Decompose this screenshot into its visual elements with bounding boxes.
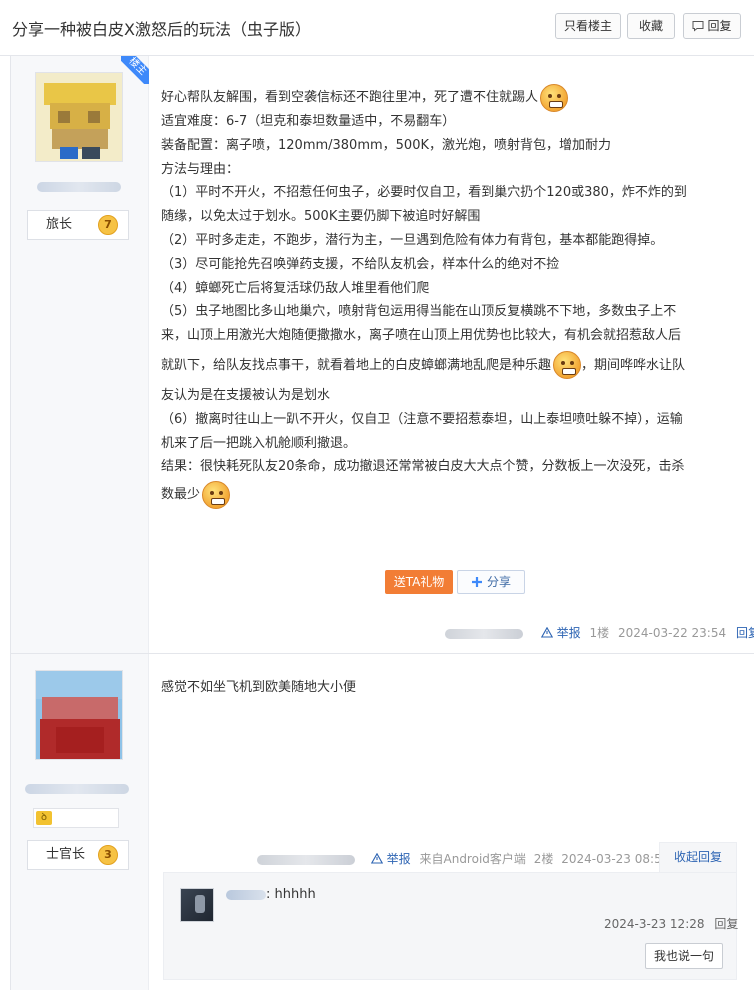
reply-button[interactable]: 回复 <box>683 13 741 39</box>
post-content: 好心帮队友解围，看到空袭信标还不跑往里冲，死了遭不住就踢人 适宜难度：6-7（坦… <box>161 80 741 513</box>
tag-icon: ꝺ <box>36 811 52 825</box>
content-line: （4）蟑螂死亡后将复活球仍敌人堆里看他们爬 <box>161 280 430 296</box>
grin-emoji <box>202 480 231 509</box>
username[interactable] <box>37 182 121 192</box>
share-button[interactable]: 分享 <box>457 570 525 594</box>
rank-title: 旅长 <box>46 217 73 232</box>
content-line: 来，山顶上用激光大炮随便撒撒水，离子喷在山顶上用优势也比较大，有机会就招惹敌人后 <box>161 328 682 344</box>
sub-reply-time: 2024-3-23 12:28 <box>604 917 705 931</box>
content-line: （1）平时不开火，不招惹任何虫子，必要时仅自卫，看到巢穴扔个120或380，炸不… <box>161 185 687 201</box>
floor-number: 1楼 <box>589 626 610 640</box>
rank-title: 士官长 <box>46 847 86 862</box>
op-tag: 楼主 <box>121 56 149 84</box>
post-content: 感觉不如坐飞机到欧美随地大小便 <box>161 676 741 700</box>
content-line: 就趴下，给队友找点事干，就看着地上的白皮蟑螂满地乱爬是种乐趣 ，期间哗哗水让队 <box>161 348 741 384</box>
content-line: 数最少 <box>161 479 741 513</box>
content-line: （6）撤离时往山上一趴不开火，仅自卫（注意不要招惹泰坦，山上泰坦喷吐躲不掉），运… <box>161 411 683 427</box>
rank-badge[interactable]: 旅长 7 <box>27 210 129 240</box>
client-info <box>445 628 523 639</box>
add-comment-button[interactable]: 我也说一句 <box>645 943 723 969</box>
content-line: 机来了后一把跳入机舱顺利撤退。 <box>161 435 357 451</box>
avatar-image <box>36 671 122 759</box>
sub-reply-line: : hhhhh <box>226 887 316 902</box>
sub-reply-box: : hhhhh 2024-3-23 12:28 回复 我也说一句 <box>163 872 738 980</box>
favorite-button[interactable]: 收藏 <box>627 13 675 39</box>
content-line: 装备配置：离子喷，120mm/380mm，500K，激光炮，喷射背包，增加耐力 <box>161 137 611 153</box>
floor-number: 2楼 <box>533 852 554 866</box>
only-op-button[interactable]: 只看楼主 <box>555 13 621 39</box>
share-label: 分享 <box>486 575 511 589</box>
client-info <box>257 854 355 865</box>
post-meta: 举报 来自Android客户端 2楼 2024-03-23 08:52 <box>257 850 669 867</box>
post-reply-link[interactable]: 回复 <box>736 626 754 640</box>
sub-reply-avatar[interactable] <box>180 888 214 922</box>
thread-header: 分享一种被白皮X激怒后的玩法（虫子版） 只看楼主 收藏 回复 <box>0 0 754 56</box>
warning-icon <box>540 626 553 638</box>
report-link[interactable]: 举报 <box>387 852 411 866</box>
sub-reply-text: : hhhhh <box>266 887 316 902</box>
post-floor-2: ꝺ 士官长 3 感觉不如坐飞机到欧美随地大小便 举报 来自Android客户端 … <box>10 654 754 990</box>
collapse-replies-label: 收起回复 <box>673 850 722 864</box>
username[interactable] <box>25 784 129 794</box>
sub-reply-reply-link[interactable]: 回复 <box>714 917 738 931</box>
content-line: 感觉不如坐飞机到欧美随地大小便 <box>161 680 357 695</box>
collapse-replies-tab[interactable]: 收起回复 <box>659 842 737 872</box>
content-line: 随缘，以免太过于划水。500K主要仍脚下被追时好解围 <box>161 209 481 225</box>
comment-icon <box>692 21 704 32</box>
sub-reply-username[interactable] <box>226 889 266 900</box>
content-line: （3）尽可能抢先召唤弹药支援，不给队友机会，样本什么的绝对不捡 <box>161 256 560 272</box>
post-time: 2024-03-22 23:54 <box>617 626 727 640</box>
content-line: 适宜难度：6-7（坦克和泰坦数量适中，不易翻车） <box>161 114 456 129</box>
content-line: 友认为是在支援被认为是划水 <box>161 387 331 403</box>
report-link[interactable]: 举报 <box>557 626 581 640</box>
warning-icon <box>370 852 383 864</box>
content-line: 方法与理由： <box>161 161 240 177</box>
post-time: 2024-03-23 08:52 <box>561 852 670 866</box>
rank-badge[interactable]: 士官长 3 <box>27 840 129 870</box>
grin-emoji <box>553 351 582 380</box>
level-badge: 3 <box>98 845 118 865</box>
reply-button-label: 回复 <box>707 19 732 33</box>
send-gift-button[interactable]: 送TA礼物 <box>385 570 453 594</box>
thread-title: 分享一种被白皮X激怒后的玩法（虫子版） <box>12 20 311 39</box>
client-source: 来自Android客户端 <box>419 852 526 866</box>
avatar[interactable] <box>35 670 123 760</box>
level-badge: 7 <box>98 215 118 235</box>
post-meta: 举报 1楼 2024-03-22 23:54 回复 <box>445 624 754 641</box>
content-line: （2）平时多走走，不跑步，潜行为主，一旦遇到危险有体力有背包，基本都能跑得掉。 <box>161 232 664 248</box>
plus-icon <box>471 577 482 587</box>
post-floor-1: 楼主 旅长 7 好心帮队友解围，看到空袭信标还不跑往里冲，死了遭不住就踢人 适宜… <box>10 56 754 654</box>
content-line: 好心帮队友解围，看到空袭信标还不跑往里冲，死了遭不住就踢人 <box>161 80 741 112</box>
author-panel: ꝺ 士官长 3 <box>11 654 149 990</box>
avatar-image <box>36 73 122 161</box>
author-panel: 楼主 旅长 7 <box>11 56 149 653</box>
angry-emoji <box>540 83 569 112</box>
avatar[interactable] <box>35 72 123 162</box>
sub-reply-meta: 2024-3-23 12:28 回复 <box>604 915 738 932</box>
content-line: 结果：很快耗死队友20条命，成功撤退还常常被白皮大大点个赞，分数板上一次没死，击… <box>161 459 685 475</box>
content-line: （5）虫子地图比多山地巢穴，喷射背包运用得当能在山顶反复横跳不下地，多数虫子上不 <box>161 304 677 320</box>
user-tag: ꝺ <box>33 808 119 828</box>
